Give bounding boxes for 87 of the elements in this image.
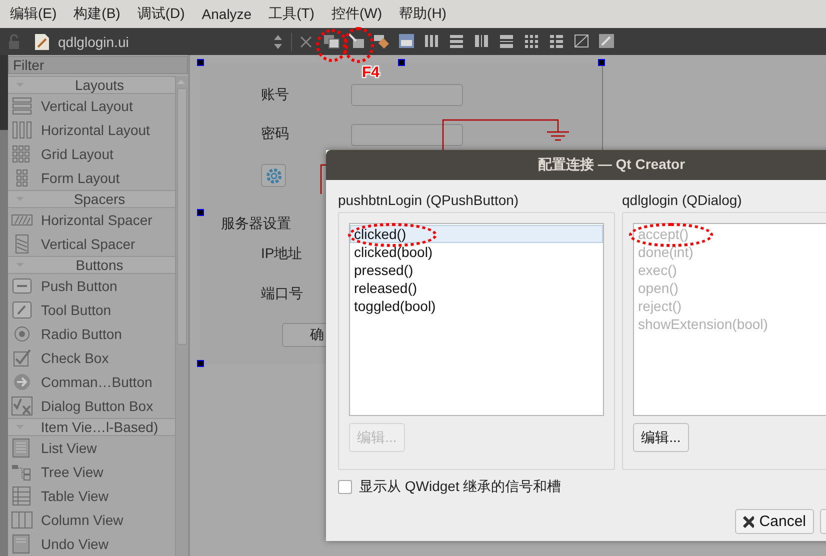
category-header[interactable]: Layouts bbox=[8, 76, 175, 94]
selection-handle[interactable] bbox=[398, 59, 405, 66]
tag-icon[interactable] bbox=[372, 32, 391, 51]
menu-item[interactable]: 构建(B) bbox=[74, 5, 120, 23]
resize-icon[interactable] bbox=[597, 32, 616, 51]
category-header[interactable]: Buttons bbox=[8, 256, 175, 274]
category-title: Item Vie…l-Based) bbox=[40, 419, 160, 435]
vertical-rows-icon bbox=[11, 96, 33, 116]
widget-item[interactable]: Push Button bbox=[8, 274, 175, 298]
widget-item[interactable]: Tool Button bbox=[8, 298, 175, 322]
widget-item[interactable]: Horizontal Spacer bbox=[8, 208, 175, 232]
filter-field[interactable]: Filter bbox=[8, 56, 188, 74]
columns-icon bbox=[11, 510, 33, 530]
annotation-label: F4 bbox=[362, 64, 380, 81]
close-icon bbox=[743, 516, 754, 528]
category-title: Layouts bbox=[74, 77, 126, 93]
scroll-up-icon[interactable] bbox=[176, 78, 186, 86]
field-label: 密码 bbox=[261, 125, 289, 143]
selection-handle[interactable] bbox=[197, 360, 204, 367]
rows-icon[interactable] bbox=[447, 32, 466, 51]
category-title: Buttons bbox=[74, 257, 124, 273]
widget-item[interactable]: Column View bbox=[8, 508, 175, 532]
split-rows-icon[interactable] bbox=[497, 32, 516, 51]
selection-handle[interactable] bbox=[197, 209, 204, 216]
input-field[interactable] bbox=[351, 84, 463, 106]
checkmark-cross-icon bbox=[11, 396, 33, 416]
field-label: IP地址 bbox=[261, 245, 302, 263]
tree-icon bbox=[11, 462, 33, 482]
widget-item[interactable]: Horizontal Layout bbox=[8, 118, 175, 142]
input-field[interactable] bbox=[351, 124, 463, 146]
edit-button[interactable]: 编辑... bbox=[633, 423, 689, 452]
checkbox-label[interactable]: 显示从 QWidget 继承的信号和槽 bbox=[359, 478, 562, 496]
menu-item[interactable]: Analyze bbox=[202, 6, 252, 22]
category-header[interactable]: Item Vie…l-Based) bbox=[8, 418, 175, 436]
cancel-button[interactable]: Cancel bbox=[735, 509, 814, 534]
widget-item[interactable]: Tree View bbox=[8, 460, 175, 484]
widget-item[interactable]: Grid Layout bbox=[8, 142, 175, 166]
checkbox-icon bbox=[11, 348, 33, 368]
arrow-circle-icon bbox=[11, 372, 33, 392]
arrow-window-icon[interactable] bbox=[347, 32, 366, 51]
overlapping-windows-icon[interactable] bbox=[322, 32, 341, 51]
widget-item[interactable]: Table View bbox=[8, 484, 175, 508]
close-icon[interactable] bbox=[300, 36, 312, 48]
category-header[interactable]: Spacers bbox=[8, 190, 175, 208]
panel-title: qdlglogin (QDialog) bbox=[622, 192, 743, 210]
menu-item[interactable]: 调试(D) bbox=[137, 5, 185, 23]
form-grid-icon[interactable] bbox=[547, 32, 566, 51]
widget-item[interactable]: Comman…Button bbox=[8, 370, 175, 394]
selection-handle[interactable] bbox=[197, 59, 204, 66]
selection-handle[interactable] bbox=[598, 59, 605, 66]
gear-icon bbox=[266, 168, 282, 184]
menu-item[interactable]: 工具(T) bbox=[268, 5, 314, 23]
field-label: 账号 bbox=[261, 86, 289, 104]
vertical-columns-icon bbox=[11, 120, 33, 140]
widget-item[interactable]: Check Box bbox=[8, 346, 175, 370]
category-title: Spacers bbox=[72, 191, 126, 207]
list-item[interactable]: clicked(bool) bbox=[350, 243, 603, 261]
list-item[interactable]: toggled(bool) bbox=[350, 297, 603, 315]
table-icon bbox=[11, 486, 33, 506]
scrollbar-thumb[interactable] bbox=[177, 88, 187, 345]
button-icon bbox=[11, 276, 33, 296]
annotation-circle bbox=[316, 29, 348, 62]
menu-item[interactable]: 帮助(H) bbox=[399, 5, 446, 23]
scrollbar[interactable] bbox=[175, 76, 188, 556]
list-item[interactable]: pressed() bbox=[350, 261, 603, 279]
up-down-arrows-icon[interactable] bbox=[273, 34, 283, 50]
widget-item[interactable]: Undo View bbox=[8, 532, 175, 556]
widget-item[interactable]: Radio Button bbox=[8, 322, 175, 346]
list-item[interactable]: clicked() bbox=[350, 225, 603, 243]
list-item[interactable]: released() bbox=[350, 279, 603, 297]
widget-item[interactable]: Form Layout bbox=[8, 166, 175, 190]
grid-icon[interactable] bbox=[522, 32, 541, 51]
widget-item[interactable]: Vertical Layout bbox=[8, 94, 175, 118]
widget-item[interactable]: Dialog Button Box bbox=[8, 394, 175, 418]
file-name[interactable]: qdlglogin.ui bbox=[58, 34, 273, 50]
menu-item[interactable]: 控件(W) bbox=[331, 5, 382, 23]
window-title: 配置连接 — Qt Creator bbox=[538, 156, 686, 174]
field-label: 端口号 bbox=[261, 285, 303, 303]
menu-item[interactable]: 编辑(E) bbox=[10, 5, 57, 23]
widget-item[interactable]: List View bbox=[8, 436, 175, 460]
checkbox[interactable] bbox=[338, 480, 352, 494]
widget-item[interactable]: Vertical Spacer bbox=[8, 232, 175, 256]
panel-title: pushbtnLogin (QPushButton) bbox=[338, 192, 520, 210]
annotation-circle bbox=[343, 27, 374, 63]
group-title: 服务器设置 bbox=[221, 215, 291, 233]
file-pencil-icon bbox=[34, 32, 50, 50]
settings-button[interactable] bbox=[261, 164, 286, 187]
